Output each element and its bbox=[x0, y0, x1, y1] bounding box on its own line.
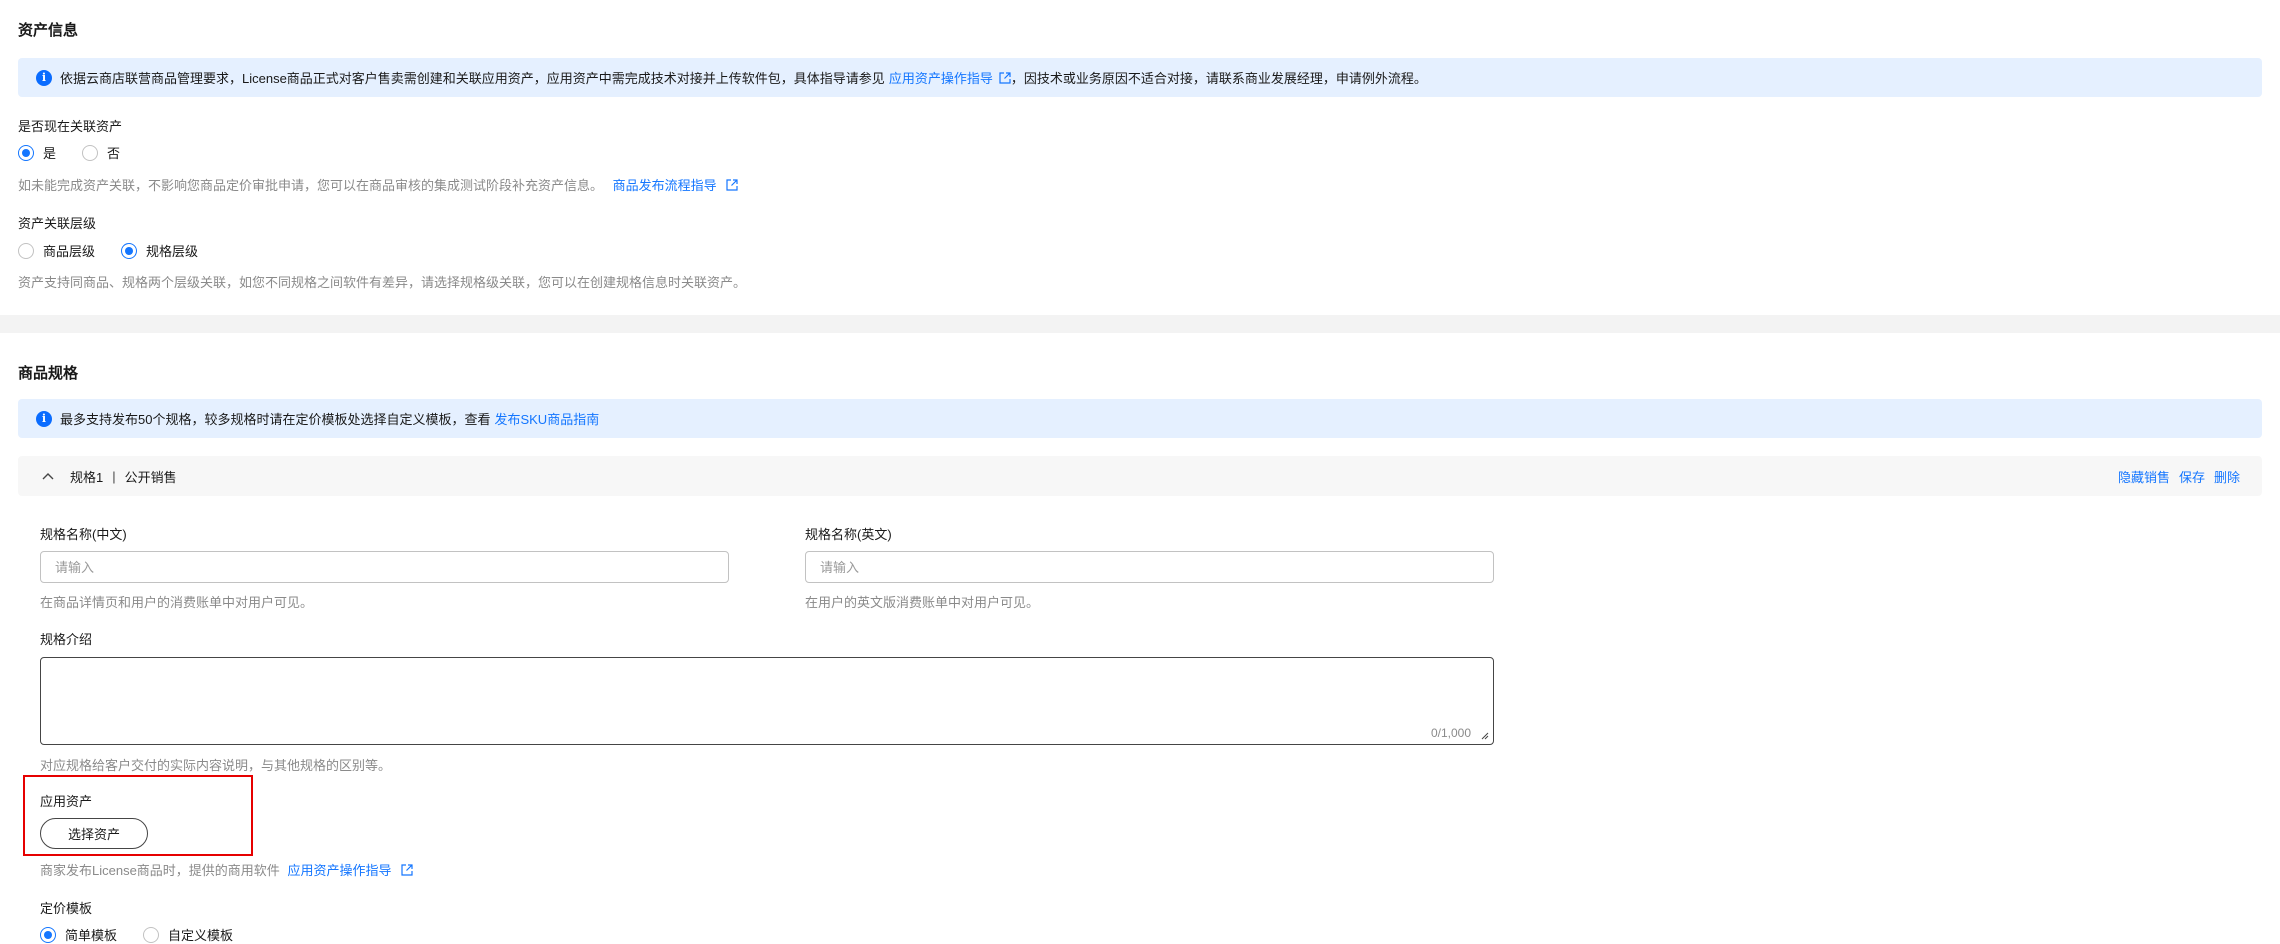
radio-checked-icon[interactable] bbox=[121, 242, 138, 259]
spec-intro-textarea[interactable]: 0/1,000 bbox=[40, 657, 1494, 745]
sku-guide-link[interactable]: 发布SKU商品指南 bbox=[494, 409, 599, 428]
custom-template-label: 自定义模板 bbox=[168, 928, 234, 943]
external-link-icon[interactable] bbox=[401, 864, 413, 876]
pricing-template-radio-group: 简单模板 自定义模板 bbox=[40, 925, 233, 944]
pricing-template-label: 定价模板 bbox=[40, 901, 93, 916]
spec-header-separator: | bbox=[112, 468, 116, 484]
radio-unchecked-icon[interactable] bbox=[143, 926, 160, 943]
resize-handle-icon[interactable] bbox=[1481, 732, 1489, 740]
chevron-up-icon[interactable] bbox=[42, 472, 54, 480]
asset-info-title: 资产信息 bbox=[18, 22, 79, 39]
info-icon: i bbox=[36, 69, 52, 86]
simple-template-label: 简单模板 bbox=[65, 928, 118, 943]
radio-unchecked-icon[interactable] bbox=[18, 242, 34, 259]
spec-name-en-input[interactable] bbox=[805, 551, 1494, 583]
spec-name-cn-label: 规格名称(中文) bbox=[40, 527, 127, 542]
app-asset-label: 应用资产 bbox=[40, 794, 93, 809]
asset-notice-suffix: ，因技术或业务原因不适合对接，请联系商业发展经理，申请例外流程。 bbox=[1010, 71, 1427, 86]
radio-checked-icon[interactable] bbox=[18, 144, 34, 161]
hide-sale-link[interactable]: 隐藏销售 bbox=[2118, 467, 2170, 486]
associate-yes-option[interactable]: 是 bbox=[18, 143, 56, 162]
select-asset-button[interactable]: 选择资产 bbox=[40, 818, 148, 849]
spec-card-header[interactable]: 规格1 | 公开销售 隐藏销售 保存 删除 bbox=[18, 456, 2262, 496]
spec-name-en-label: 规格名称(英文) bbox=[805, 527, 892, 542]
radio-checked-icon[interactable] bbox=[40, 926, 56, 943]
spec-intro-hint: 对应规格给客户交付的实际内容说明，与其他规格的区别等。 bbox=[40, 758, 392, 773]
custom-template-option[interactable]: 自定义模板 bbox=[143, 925, 233, 944]
spec-section-title: 商品规格 bbox=[18, 365, 79, 382]
app-asset-guide-link[interactable]: 应用资产操作指导 bbox=[287, 863, 391, 878]
asset-level-radio-group: 商品层级 规格层级 bbox=[18, 241, 198, 260]
asset-level-hint: 资产支持同商品、规格两个层级关联，如您不同规格之间软件有差异，请选择规格级关联，… bbox=[18, 275, 747, 290]
spec-name-en-hint: 在用户的英文版消费账单中对用户可见。 bbox=[805, 595, 1040, 610]
section-divider bbox=[0, 315, 2280, 333]
asset-guide-link[interactable]: 应用资产操作指导 bbox=[889, 68, 993, 87]
spec-name: 规格1 bbox=[70, 469, 104, 485]
spec-level-option[interactable]: 规格层级 bbox=[121, 241, 198, 260]
associate-hint: 如未能完成资产关联，不影响您商品定价审批申请，您可以在商品审核的集成测试阶段补充… bbox=[18, 175, 738, 194]
spec-notice-text: 最多支持发布50个规格，较多规格时请在定价模板处选择自定义模板，查看 bbox=[60, 412, 491, 427]
associate-hint-text: 如未能完成资产关联，不影响您商品定价审批申请，您可以在商品审核的集成测试阶段补充… bbox=[18, 178, 604, 193]
delete-link[interactable]: 删除 bbox=[2214, 467, 2240, 486]
spec-name-cn-input[interactable] bbox=[40, 551, 729, 583]
asset-level-label: 资产关联层级 bbox=[18, 216, 97, 231]
product-level-option[interactable]: 商品层级 bbox=[18, 241, 95, 260]
associate-now-radio-group: 是 否 bbox=[18, 143, 120, 162]
radio-unchecked-icon[interactable] bbox=[82, 144, 99, 161]
asset-notice-text: 依据云商店联营商品管理要求，License商品正式对客户售卖需创建和关联应用资产… bbox=[60, 71, 885, 86]
info-icon: i bbox=[36, 410, 52, 427]
associate-now-label: 是否现在关联资产 bbox=[18, 119, 123, 134]
spec-actions: 隐藏销售 保存 删除 bbox=[2118, 467, 2240, 486]
spec-notice-bar: i 最多支持发布50个规格，较多规格时请在定价模板处选择自定义模板，查看 发布S… bbox=[18, 399, 2262, 438]
external-link-icon[interactable] bbox=[726, 179, 738, 191]
app-asset-hint: 商家发布License商品时，提供的商用软件 应用资产操作指导 bbox=[40, 860, 413, 879]
app-asset-hint-text: 商家发布License商品时，提供的商用软件 bbox=[40, 863, 280, 878]
associate-no-option[interactable]: 否 bbox=[82, 143, 120, 162]
spec-sale-type: 公开销售 bbox=[124, 469, 177, 485]
product-level-label: 商品层级 bbox=[43, 244, 96, 259]
asset-notice-bar: i 依据云商店联营商品管理要求，License商品正式对客户售卖需创建和关联应用… bbox=[18, 58, 2262, 97]
intro-char-counter: 0/1,000 bbox=[1430, 726, 1471, 740]
spec-intro-label: 规格介绍 bbox=[40, 632, 93, 647]
spec-level-label: 规格层级 bbox=[146, 244, 199, 259]
associate-yes-label: 是 bbox=[43, 146, 57, 161]
simple-template-option[interactable]: 简单模板 bbox=[40, 925, 117, 944]
external-link-icon[interactable] bbox=[999, 71, 1011, 84]
associate-no-label: 否 bbox=[107, 146, 121, 161]
save-link[interactable]: 保存 bbox=[2179, 467, 2205, 486]
spec-name-cn-hint: 在商品详情页和用户的消费账单中对用户可见。 bbox=[40, 595, 314, 610]
publish-flow-guide-link[interactable]: 商品发布流程指导 bbox=[613, 178, 717, 193]
